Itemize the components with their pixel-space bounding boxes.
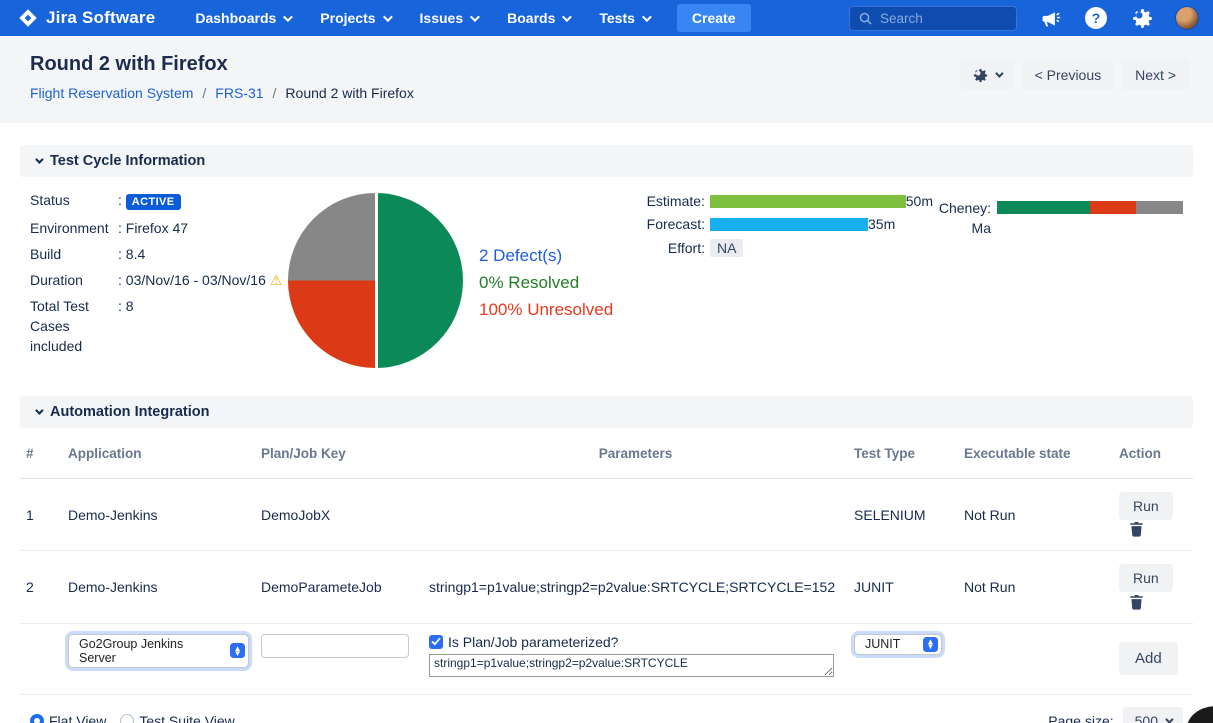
nav-boards[interactable]: Boards xyxy=(507,10,573,26)
field-duration: Duration 03/Nov/16 - 03/Nov/16⚠ xyxy=(30,270,288,290)
nav-right: ? xyxy=(849,5,1199,31)
search-input[interactable] xyxy=(880,10,1000,26)
announcements-icon[interactable] xyxy=(1037,5,1063,31)
chevron-down-icon xyxy=(35,406,44,415)
cycle-settings-button[interactable] xyxy=(959,60,1014,90)
global-search[interactable] xyxy=(849,5,1017,31)
flat-view-radio[interactable]: Flat View xyxy=(30,713,106,723)
defect-summary: 2 Defect(s) 0% Resolved 100% Unresolved xyxy=(479,242,619,368)
assignee-bar-segment xyxy=(1090,201,1136,214)
chevron-down-icon xyxy=(470,11,481,22)
next-button[interactable]: Next > xyxy=(1122,60,1189,90)
delete-trash-icon[interactable] xyxy=(1129,594,1144,610)
defect-count: 2 Defect(s) xyxy=(479,246,563,265)
estimate-bar-fill xyxy=(709,194,906,208)
forecast-row: Forecast: 35m xyxy=(646,216,896,232)
user-avatar[interactable] xyxy=(1175,6,1199,30)
chevron-down-icon xyxy=(562,11,573,22)
breadcrumb-current: Round 2 with Firefox xyxy=(285,85,414,101)
assignee-progress: Cheney: Ma xyxy=(939,198,1183,368)
jira-logo[interactable]: Jira Software xyxy=(18,8,155,28)
breadcrumb-project-link[interactable]: Flight Reservation System xyxy=(30,85,193,101)
test-suite-view-radio[interactable]: Test Suite View xyxy=(120,713,235,723)
warning-icon: ⚠ xyxy=(269,272,283,288)
plan-key-input[interactable] xyxy=(261,633,409,658)
chevron-down-icon xyxy=(382,11,393,22)
defect-resolved: 0% Resolved xyxy=(479,273,580,292)
nav-projects[interactable]: Projects xyxy=(320,10,393,26)
breadcrumb-issue-link[interactable]: FRS-31 xyxy=(215,85,263,101)
effort-value: NA xyxy=(710,239,744,257)
select-stepper-icon: ▲ ▼ xyxy=(230,643,245,659)
breadcrumb: Flight Reservation System / FRS-31 / Rou… xyxy=(30,85,414,101)
estimate-row: Estimate: 50m xyxy=(646,193,933,209)
run-button[interactable]: Run xyxy=(1119,564,1173,593)
radio-selected-icon xyxy=(30,713,44,723)
chevron-down-icon xyxy=(1165,714,1174,723)
radio-unselected-icon xyxy=(120,713,135,723)
field-total-tests: Total Test Cases included 8 xyxy=(30,296,288,356)
run-button[interactable]: Run xyxy=(1119,492,1173,520)
forecast-bar-fill xyxy=(710,217,868,231)
test-cycle-content: Status ACTIVE Environment Firefox 47 Bui… xyxy=(20,177,1193,380)
assignee-bar-segment xyxy=(997,201,1090,214)
settings-gear-icon[interactable] xyxy=(1129,5,1155,31)
page-size-label: Page size: xyxy=(1048,712,1114,723)
nav-dashboards[interactable]: Dashboards xyxy=(195,10,294,26)
nav-menu: Dashboards Projects Issues Boards Tests xyxy=(195,10,652,26)
field-build: Build 8.4 xyxy=(30,244,288,264)
automation-section-header[interactable]: Automation Integration xyxy=(20,396,1193,428)
assignee-bar-segment xyxy=(1135,201,1183,214)
automation-header-row: # Application Plan/Job Key Parameters Te… xyxy=(20,428,1193,479)
add-button[interactable]: Add xyxy=(1119,641,1178,675)
gear-icon xyxy=(973,68,988,83)
parameterized-label: Is Plan/Job parameterized? xyxy=(448,633,619,650)
defect-pie xyxy=(288,193,463,368)
field-status: Status ACTIVE xyxy=(30,190,288,212)
top-navbar: Jira Software Dashboards Projects Issues… xyxy=(0,0,1213,36)
page-title: Round 2 with Firefox xyxy=(30,53,228,75)
create-button[interactable]: Create xyxy=(676,4,751,32)
chevron-down-icon xyxy=(35,155,44,164)
chevron-down-icon xyxy=(283,11,294,22)
nav-issues[interactable]: Issues xyxy=(420,10,481,26)
chevron-down-icon xyxy=(641,11,652,22)
server-select[interactable]: Go2Group Jenkins Server ▲ ▼ xyxy=(68,633,249,668)
jira-page: Jira Software Dashboards Projects Issues… xyxy=(0,0,1213,723)
field-environment: Environment Firefox 47 xyxy=(30,218,288,238)
page-size-select[interactable]: 500 xyxy=(1122,706,1183,723)
select-stepper-icon: ▲ ▼ xyxy=(923,636,938,652)
jira-diamond-icon xyxy=(18,8,38,28)
test-type-select[interactable]: JUNIT ▲ ▼ xyxy=(854,633,942,655)
delete-trash-icon[interactable] xyxy=(1129,521,1144,537)
effort-row: Effort: NA xyxy=(633,239,933,257)
search-icon xyxy=(859,12,872,25)
cycle-metrics: Estimate: 50m Forecast: 35m Effort: NA xyxy=(633,193,933,368)
defect-unresolved: 100% Unresolved xyxy=(479,300,614,319)
test-cycle-section-header[interactable]: Test Cycle Information xyxy=(20,145,1193,177)
brand-name: Jira Software xyxy=(46,8,156,27)
help-icon[interactable]: ? xyxy=(1083,5,1109,31)
automation-table: # Application Plan/Job Key Parameters Te… xyxy=(20,428,1193,695)
parameterized-checkbox[interactable] xyxy=(429,634,443,649)
view-options-row: Flat View Test Suite View Page size: 500 xyxy=(20,695,1193,723)
table-row: 1 Demo-Jenkins DemoJobX SELENIUM Not Run… xyxy=(20,478,1193,552)
header-actions: < Previous Next > xyxy=(959,60,1189,90)
cycle-fields: Status ACTIVE Environment Firefox 47 Bui… xyxy=(30,190,288,368)
nav-tests[interactable]: Tests xyxy=(599,10,652,26)
status-badge: ACTIVE xyxy=(125,194,181,210)
assignee-progress-bar xyxy=(997,201,1183,214)
parameters-textarea[interactable]: stringp1=p1value;stringp2=p2value:SRTCYC… xyxy=(429,653,834,677)
assignee-name: Cheney: Ma xyxy=(938,200,991,236)
chevron-down-icon xyxy=(994,69,1004,78)
add-automation-row: Go2Group Jenkins Server ▲ ▼ Is Plan/Job p… xyxy=(20,623,1193,695)
table-row: 2 Demo-Jenkins DemoParameteJob stringp1=… xyxy=(20,550,1193,624)
page-header: Round 2 with Firefox Flight Reservation … xyxy=(0,36,1213,123)
previous-button[interactable]: < Previous xyxy=(1021,60,1115,90)
